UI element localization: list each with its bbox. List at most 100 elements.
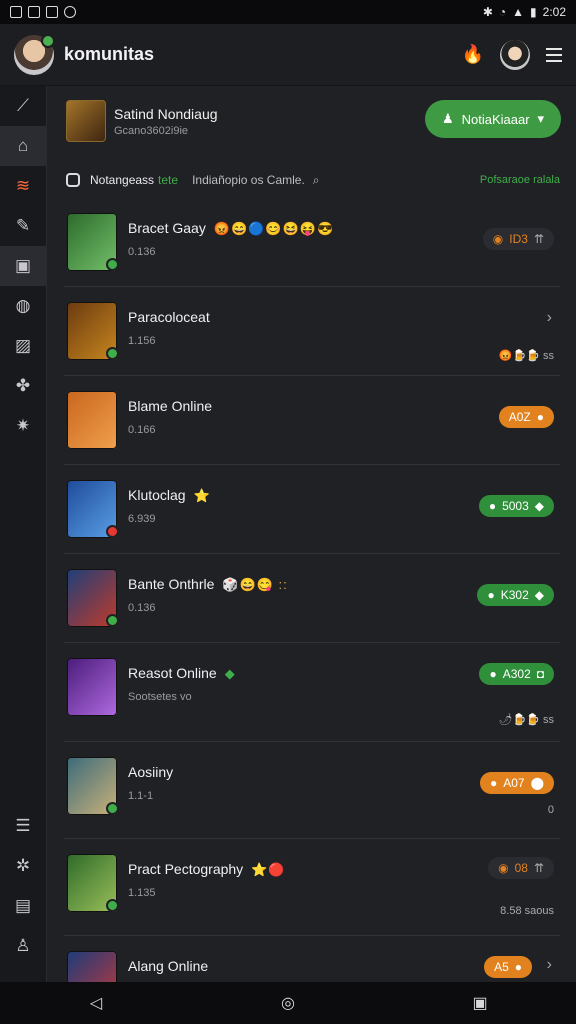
home-button-icon[interactable]: ◎ bbox=[258, 993, 318, 1013]
profile-subtitle: Gcano3602i9ie bbox=[114, 124, 189, 137]
status-badge[interactable]: ◉ 08 ⇈ bbox=[488, 857, 554, 879]
gallery-icon bbox=[46, 6, 58, 18]
profile-name: Satind Nondiaug bbox=[114, 105, 218, 122]
online-indicator bbox=[41, 33, 55, 48]
list-item[interactable]: Pract Pectography ⭐🔴 1.135 ◉ 08 ⇈ 8.58 saou… bbox=[64, 839, 560, 936]
status-badge[interactable]: ◉ ID3 ⇈ bbox=[482, 228, 554, 250]
game-subtitle: Sootsetes vo bbox=[128, 691, 192, 703]
online-status-dot bbox=[106, 614, 119, 627]
game-title: Blame Online bbox=[128, 398, 213, 414]
list-item[interactable]: Paracoloceat 1.156 › 😡🍺🍺 ss bbox=[64, 287, 560, 376]
battery-icon: ▮ bbox=[530, 5, 537, 19]
recents-icon[interactable]: ▣ bbox=[450, 993, 510, 1013]
list-item[interactable]: Klutoclag ⭐ 6.939 ● 5003 ◆ bbox=[64, 465, 560, 554]
library-icon[interactable]: ▨ bbox=[0, 326, 46, 366]
bluetooth-icon: ✱ bbox=[482, 5, 493, 19]
profile-avatar[interactable] bbox=[500, 39, 530, 70]
list-item[interactable]: Bracet Gaay 😡😄🔵😊😆😝😎 0.136 ◉ ID3 ⇈ bbox=[64, 198, 560, 287]
game-subtitle: 1.156 bbox=[128, 335, 156, 347]
notification-button-label: NotiaKiaaar bbox=[461, 111, 530, 127]
badge-icon: ◉ bbox=[492, 232, 504, 246]
fire-icon[interactable]: 🔥 bbox=[462, 44, 484, 65]
status-badge[interactable]: ● A302 ◘ bbox=[479, 663, 554, 685]
gear-icon[interactable]: ✲ bbox=[0, 846, 46, 886]
chevron-right-icon[interactable]: › bbox=[547, 956, 552, 974]
filter-row: Notangeass tete Indiañopio os Camle. ⌕ P… bbox=[66, 170, 560, 190]
list-item[interactable]: Blame Online 0.166 A0Z ● bbox=[64, 376, 560, 465]
game-subtitle: 1.135 bbox=[128, 887, 156, 899]
filter-icon[interactable] bbox=[66, 173, 80, 187]
list-item[interactable]: Alang Online A5 ● › bbox=[64, 936, 560, 982]
side-count: 0 bbox=[547, 804, 554, 816]
status-time: 2:02 bbox=[542, 5, 566, 19]
status-badge[interactable]: ● A07 ⬤ bbox=[479, 772, 554, 794]
online-status-dot bbox=[106, 899, 119, 912]
wifi-icon: ◔ bbox=[498, 5, 507, 19]
sync-icon bbox=[64, 6, 76, 18]
trending-icon[interactable]: ≋ bbox=[0, 166, 46, 206]
game-subtitle: 0.166 bbox=[128, 424, 156, 436]
status-badge[interactable]: A0Z ● bbox=[498, 406, 554, 428]
online-status-dot bbox=[106, 258, 119, 271]
users-icon[interactable]: ✤ bbox=[0, 366, 46, 406]
person-icon: ♟ bbox=[441, 111, 454, 126]
notification-icon bbox=[10, 6, 22, 18]
game-subtitle: 0.136 bbox=[128, 602, 156, 614]
notification-button[interactable]: ♟ NotiaKiaaar ▾ bbox=[425, 100, 561, 138]
reaction-summary: 😡🍺🍺 ss bbox=[498, 350, 554, 362]
home-icon[interactable]: ⌂ bbox=[0, 126, 46, 166]
signal-icon: ▲ bbox=[512, 5, 525, 19]
online-status-dot bbox=[106, 347, 119, 360]
list-item[interactable]: Reasot Online ◆ Sootsetes vo ● A302 ◘ 🌶🍺🍺 s… bbox=[64, 643, 560, 742]
user-avatar[interactable] bbox=[14, 33, 55, 75]
game-title: Aosiiny bbox=[128, 764, 174, 780]
chat-icon[interactable]: ☰ bbox=[0, 806, 46, 846]
game-title: Bante Onthrle 🎲😄😋 :: bbox=[128, 576, 288, 592]
edit-icon[interactable]: ✎ bbox=[0, 206, 46, 246]
app-title: komunitas bbox=[64, 44, 155, 64]
game-thumbnail bbox=[67, 658, 117, 716]
game-title: Reasot Online ◆ bbox=[128, 665, 236, 681]
list-item[interactable]: Aosiiny 1.1-1 ● A07 ⬤ 0 bbox=[64, 742, 560, 839]
game-title: Klutoclag ⭐ bbox=[128, 487, 211, 503]
document-icon[interactable]: ▤ bbox=[0, 886, 46, 926]
filter-right-link[interactable]: Pofsaraoe ralala bbox=[480, 174, 560, 186]
game-thumbnail bbox=[67, 951, 117, 982]
system-nav-bar: ◁ ◎ ▣ bbox=[0, 982, 576, 1024]
search-icon[interactable]: ⌕ bbox=[313, 173, 320, 188]
chevron-right-icon[interactable]: › bbox=[547, 309, 552, 327]
game-subtitle: 6.939 bbox=[128, 513, 156, 525]
online-status-dot bbox=[106, 802, 119, 815]
game-subtitle: 0.136 bbox=[128, 246, 156, 258]
menu-icon[interactable] bbox=[546, 47, 562, 62]
settings-icon[interactable]: ✷ bbox=[0, 406, 46, 446]
sidebar-item-collapse[interactable]: ⟋ bbox=[0, 86, 46, 126]
game-list: Bracet Gaay 😡😄🔵😊😆😝😎 0.136 ◉ ID3 ⇈ Paracoloc… bbox=[64, 198, 560, 982]
game-title: Alang Online bbox=[128, 958, 209, 974]
filter-tag: tete bbox=[158, 173, 179, 187]
filter-query[interactable]: Indiañopio os Camle. bbox=[192, 173, 305, 187]
main-content: Satind Nondiaug Gcano3602i9ie ♟ NotiaKia… bbox=[46, 86, 576, 982]
bookmark-icon[interactable]: ▣ bbox=[0, 246, 46, 286]
side-caption: 8.58 saous bbox=[500, 905, 554, 917]
status-badge[interactable]: ● K302 ◆ bbox=[477, 584, 554, 606]
game-title: Pract Pectography ⭐🔴 bbox=[128, 861, 286, 877]
status-bar: ✱ ◔ ▲ ▮ 2:02 bbox=[0, 0, 576, 24]
status-badge[interactable]: A5 ● bbox=[484, 956, 532, 978]
account-icon[interactable]: ♙ bbox=[0, 926, 46, 966]
status-badge[interactable]: ● 5003 ◆ bbox=[478, 495, 554, 517]
app-bar: komunitas 🔥 bbox=[0, 24, 576, 86]
shield-icon[interactable]: ◍ bbox=[0, 286, 46, 326]
back-icon[interactable]: ◁ bbox=[66, 993, 126, 1013]
filter-label[interactable]: Notangeass bbox=[90, 173, 154, 187]
game-title: Bracet Gaay 😡😄🔵😊😆😝😎 bbox=[128, 220, 335, 236]
game-title: Paracoloceat bbox=[128, 309, 210, 325]
mail-icon bbox=[28, 6, 40, 18]
reaction-summary: 🌶🍺🍺 ss bbox=[498, 714, 554, 726]
chevron-down-icon: ▾ bbox=[537, 111, 545, 126]
game-thumbnail bbox=[67, 391, 117, 449]
offline-status-dot bbox=[106, 525, 119, 538]
list-item[interactable]: Bante Onthrle 🎲😄😋 :: 0.136 ● K302 ◆ bbox=[64, 554, 560, 643]
sidebar: ⟋ ⌂ ≋ ✎ ▣ ◍ ▨ ✤ ✷ ☰ ✲ ▤ ♙ bbox=[0, 86, 47, 982]
profile-thumbnail bbox=[66, 100, 106, 142]
